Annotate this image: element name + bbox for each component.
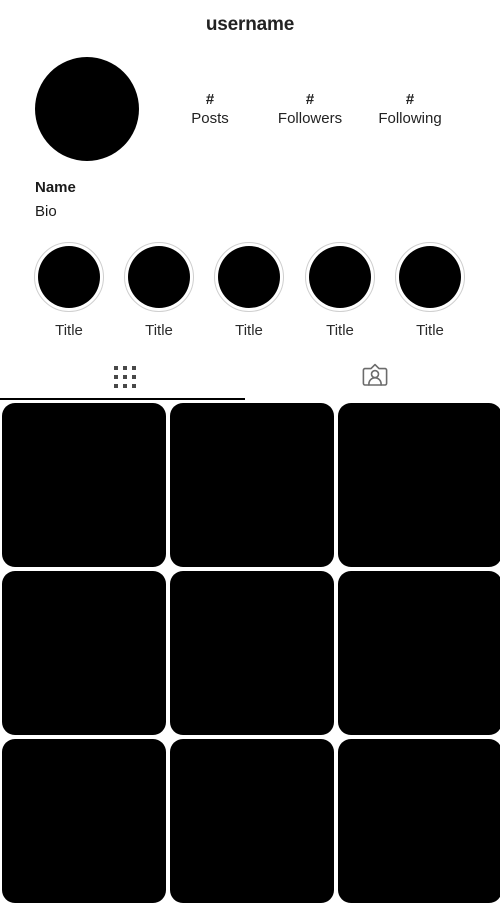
profile-stats: # Posts # Followers # Following <box>160 90 460 128</box>
highlight-title: Title <box>145 322 173 339</box>
active-tab-underline <box>0 398 245 400</box>
post-grid <box>2 403 500 903</box>
post-tile[interactable] <box>170 739 334 903</box>
avatar[interactable] <box>35 57 139 161</box>
bio-block: Name Bio <box>35 178 335 222</box>
profile-header: # Posts # Followers # Following <box>0 57 500 167</box>
highlight-thumbnail <box>128 246 190 308</box>
highlight-thumbnail <box>309 246 371 308</box>
highlight-ring <box>34 242 104 312</box>
grid-icon <box>114 366 136 388</box>
highlight-title: Title <box>326 322 354 339</box>
highlight-ring <box>395 242 465 312</box>
post-tile[interactable] <box>170 571 334 735</box>
highlight-title: Title <box>235 322 263 339</box>
stat-posts[interactable]: # Posts <box>160 90 260 128</box>
highlight-ring <box>124 242 194 312</box>
page-title: username <box>205 14 295 35</box>
highlight-item[interactable]: Title <box>123 242 195 340</box>
stat-following[interactable]: # Following <box>360 90 460 128</box>
story-highlights: Title Title Title Title Title <box>0 242 500 347</box>
post-tile[interactable] <box>338 571 500 735</box>
stat-posts-label: Posts <box>191 110 229 127</box>
post-tile[interactable] <box>2 739 166 903</box>
highlight-ring <box>305 242 375 312</box>
tab-tagged[interactable] <box>250 355 500 399</box>
bio-text: Bio <box>35 203 57 220</box>
stat-followers-count: # <box>305 91 315 108</box>
highlight-ring <box>214 242 284 312</box>
highlight-thumbnail <box>38 246 100 308</box>
post-tile[interactable] <box>338 403 500 567</box>
highlight-thumbnail <box>218 246 280 308</box>
highlight-item[interactable]: Title <box>304 242 376 340</box>
tab-grid[interactable] <box>0 355 250 399</box>
highlight-item[interactable]: Title <box>33 242 105 340</box>
stat-followers[interactable]: # Followers <box>260 90 360 128</box>
highlight-thumbnail <box>399 246 461 308</box>
post-tile[interactable] <box>2 403 166 567</box>
display-name: Name <box>35 179 76 196</box>
highlight-item[interactable]: Title <box>213 242 285 340</box>
profile-tabbar <box>0 355 500 400</box>
stat-following-count: # <box>405 91 415 108</box>
highlight-title: Title <box>416 322 444 339</box>
stat-posts-count: # <box>205 91 215 108</box>
stat-followers-label: Followers <box>277 110 343 127</box>
post-tile[interactable] <box>2 571 166 735</box>
post-tile[interactable] <box>338 739 500 903</box>
stat-following-label: Following <box>378 110 442 127</box>
highlight-title: Title <box>55 322 83 339</box>
tagged-person-icon <box>360 360 390 395</box>
post-tile[interactable] <box>170 403 334 567</box>
highlight-item[interactable]: Title <box>394 242 466 340</box>
